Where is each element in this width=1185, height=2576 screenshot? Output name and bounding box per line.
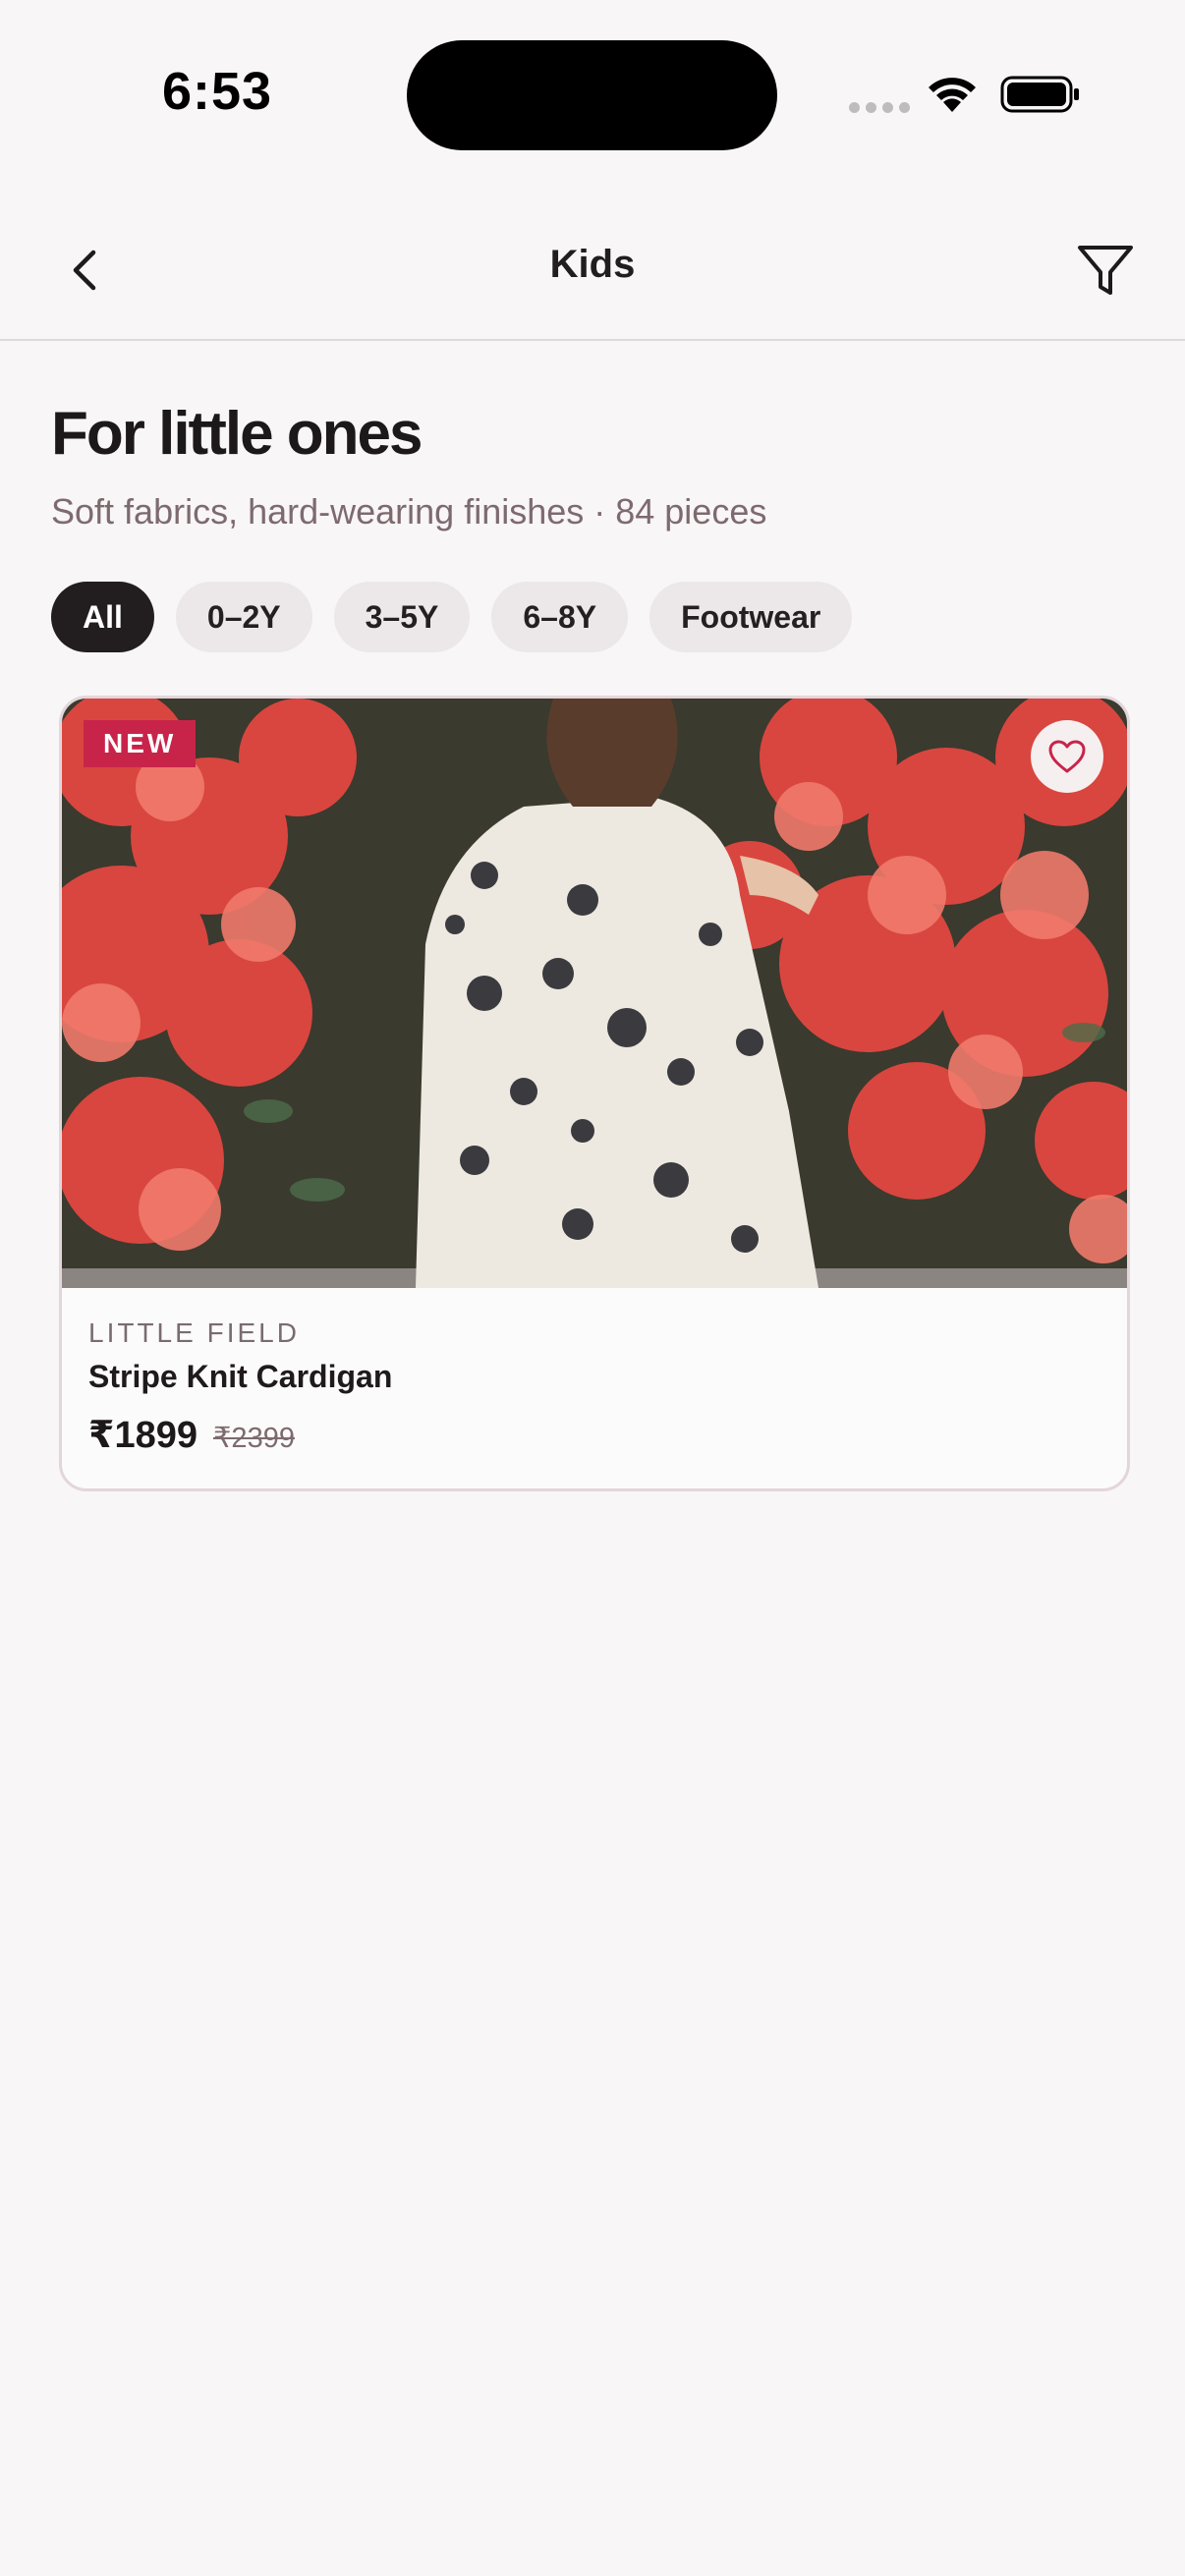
product-card[interactable]: NEW LITTLE FIELD Stripe Knit Cardigan ₹1… bbox=[59, 696, 1130, 1491]
battery-icon bbox=[1000, 76, 1079, 113]
top-navigation-bar: Kids bbox=[0, 201, 1185, 341]
favorite-button[interactable] bbox=[1031, 720, 1103, 793]
chip-3-5y[interactable]: 3–5Y bbox=[333, 582, 471, 652]
product-brand: LITTLE FIELD bbox=[88, 1317, 300, 1348]
chip-6-8y[interactable]: 6–8Y bbox=[491, 582, 629, 652]
new-badge: NEW bbox=[84, 720, 197, 767]
section-subtitle: Soft fabrics, hard-wearing finishes · 84… bbox=[51, 491, 767, 532]
chip-footwear[interactable]: Footwear bbox=[649, 582, 853, 652]
product-name[interactable]: Stripe Knit Cardigan bbox=[88, 1359, 392, 1395]
filter-button[interactable] bbox=[1071, 237, 1140, 306]
page-title: Kids bbox=[549, 243, 636, 286]
dynamic-island bbox=[407, 40, 777, 150]
heart-outline-icon bbox=[1048, 740, 1086, 773]
section-heading: For little ones bbox=[51, 400, 423, 468]
product-price: ₹1899 bbox=[88, 1415, 198, 1456]
chip-all[interactable]: All bbox=[51, 582, 154, 652]
status-bar: 6:53 bbox=[0, 0, 1185, 187]
price-row: ₹1899 ₹2399 bbox=[88, 1413, 295, 1457]
cellular-signal-icon bbox=[849, 102, 910, 113]
status-time: 6:53 bbox=[162, 62, 273, 121]
age-filter-chips: All 0–2Y 3–5Y 6–8Y Footwear bbox=[51, 582, 853, 652]
chip-0-2y[interactable]: 0–2Y bbox=[175, 582, 312, 652]
funnel-icon bbox=[1078, 246, 1133, 295]
wifi-icon bbox=[929, 78, 976, 112]
product-original-price: ₹2399 bbox=[212, 1423, 295, 1454]
product-image[interactable] bbox=[62, 699, 1127, 1288]
